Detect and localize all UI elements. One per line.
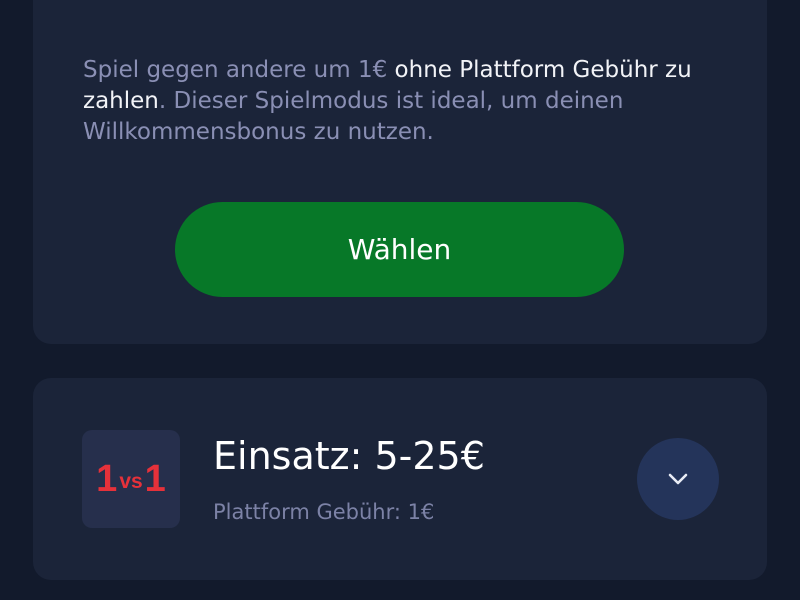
platform-fee-text: Plattform Gebühr: 1€ xyxy=(213,500,435,524)
offer-description: Spiel gegen andere um 1€ ohne Plattform … xyxy=(83,55,723,148)
game-mode-card[interactable]: 1 vs 1 Einsatz: 5-25€ Plattform Gebühr: … xyxy=(33,378,767,580)
stake-title: Einsatz: 5-25€ xyxy=(213,434,485,478)
select-button[interactable]: Wählen xyxy=(175,202,624,297)
description-text-start: Spiel gegen andere um 1€ xyxy=(83,57,395,83)
icon-left-number: 1 xyxy=(96,458,118,500)
expand-button[interactable] xyxy=(637,438,719,520)
one-vs-one-icon: 1 vs 1 xyxy=(82,430,180,528)
chevron-down-icon xyxy=(668,473,688,485)
description-text-end: . Dieser Spielmodus ist ideal, um deinen… xyxy=(83,88,624,145)
free-play-card: Spiel gegen andere um 1€ ohne Plattform … xyxy=(33,0,767,344)
icon-vs-text: vs xyxy=(119,469,143,493)
icon-right-number: 1 xyxy=(144,458,166,500)
